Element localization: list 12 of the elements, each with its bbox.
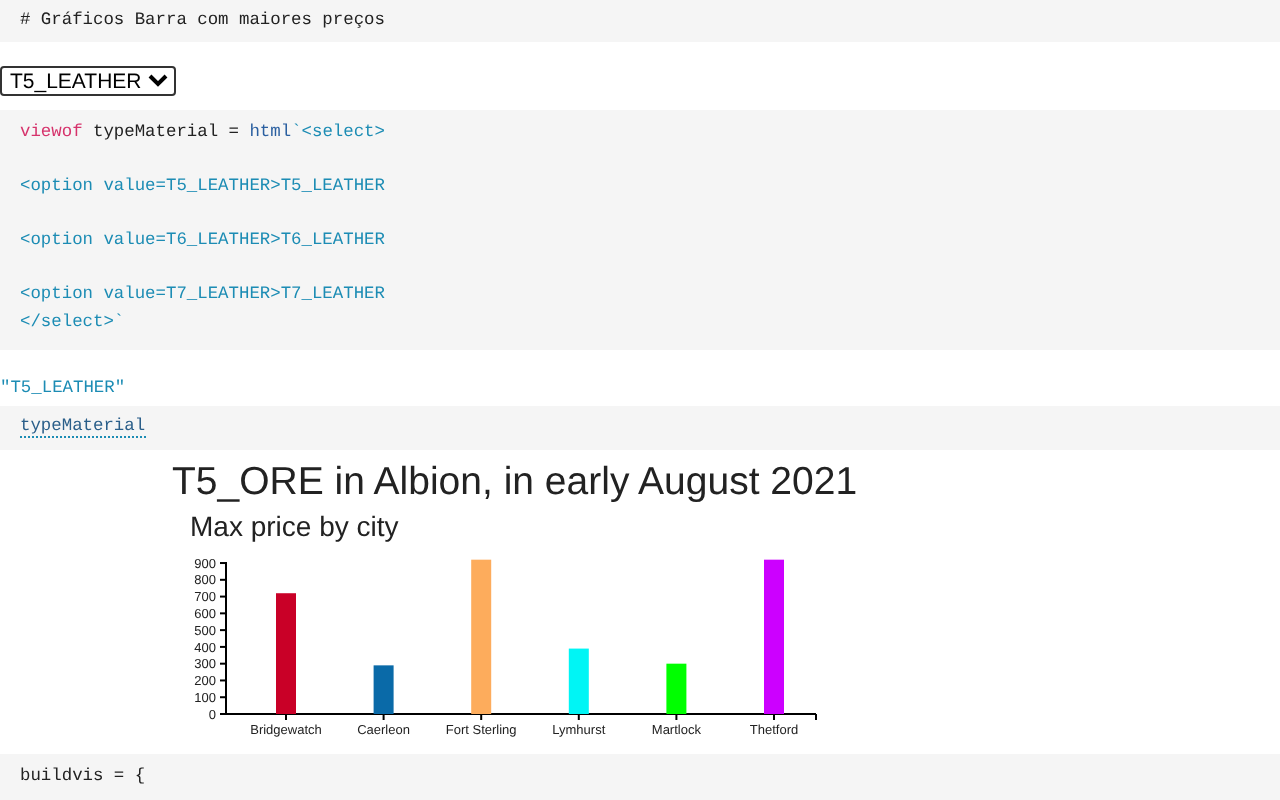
chart-subtitle: Max price by city: [188, 509, 401, 542]
chart-title: T5_ORE in Albion, in early August 2021: [172, 457, 860, 506]
code-line: buildvis = {: [20, 765, 146, 785]
code-line: <option value=T5_LEATHER>T5_LEATHER: [20, 174, 387, 201]
variable-reference[interactable]: typeMaterial: [20, 416, 146, 439]
code-line: <option value=T6_LEATHER>T6_LEATHER: [20, 228, 387, 255]
code-line: viewof typeMaterial = html`<select>: [20, 120, 387, 147]
code-line: <option value=T7_LEATHER>T7_LEATHER: [20, 282, 387, 309]
cell-output: "T5_LEATHER": [0, 378, 126, 399]
markdown-source: # Gráficos Barra com maiores preços: [20, 10, 385, 30]
code-line: </select>`: [20, 309, 127, 336]
material-select[interactable]: T5_LEATHER: [0, 66, 176, 97]
